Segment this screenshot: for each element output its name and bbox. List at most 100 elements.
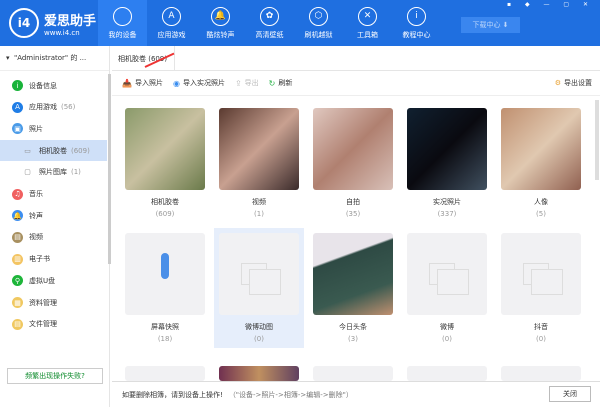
- main-nav: 我的设备 A 应用游戏 🔔 酷炫铃声 ✿ 高清壁纸 ⬡ 刷机越狱 ✕ 工具箱 i 教程中心: [98, 0, 441, 46]
- sidebar: ▾ "Administrator" 的 ... i 设备信息 A 应用游戏 (56) ▣ 照…: [0, 46, 111, 407]
- nav-label: 高清壁纸: [255, 30, 284, 39]
- sidebar-count: (1): [71, 168, 81, 177]
- album-thumbnail: [219, 366, 299, 381]
- sidebar-label: 照片: [29, 124, 43, 133]
- nav-label: 酷炫铃声: [206, 30, 235, 39]
- delete-album-hint: （"设备->照片->相簿->编辑->删除"）: [228, 390, 353, 399]
- screenshot-album-icon: [125, 233, 205, 315]
- nav-item[interactable]: ⬡ 刷机越狱: [294, 0, 343, 46]
- album-count: (5): [536, 210, 546, 218]
- nav-item[interactable]: ✿ 高清壁纸: [245, 0, 294, 46]
- export-button[interactable]: ⇪ 导出: [235, 78, 259, 88]
- album-thumbnail: [501, 366, 581, 381]
- nav-item[interactable]: 我的设备: [98, 0, 147, 46]
- album-card[interactable]: 相机胶卷 (609): [120, 108, 210, 218]
- album-count: (3): [348, 335, 358, 343]
- album-card[interactable]: 实况照片 (337): [402, 108, 492, 218]
- album-card[interactable]: 微博动图 (0): [214, 228, 304, 348]
- bottom-bar: 如要删除相簿，请到设备上操作! （"设备->照片->相簿->编辑->删除"） 关…: [112, 381, 600, 407]
- nav-icon: ✕: [358, 6, 377, 26]
- album-card[interactable]: 屏幕快照 (18): [120, 233, 210, 343]
- album-card[interactable]: 今日头条 (3): [308, 233, 398, 343]
- sidebar-label: 相机胶卷: [39, 146, 67, 155]
- album-card[interactable]: 微博 (0): [402, 233, 492, 343]
- album-thumbnail: [125, 108, 205, 190]
- sidebar-scrollbar[interactable]: [108, 74, 111, 264]
- sidebar-count: (56): [61, 103, 76, 112]
- main-scrollbar[interactable]: [595, 100, 599, 180]
- album-placeholder-icon: [219, 233, 299, 315]
- album-count: (0): [442, 335, 452, 343]
- sidebar-label: 音乐: [29, 190, 43, 198]
- export-icon: ⇪: [234, 78, 242, 88]
- nav-item[interactable]: A 应用游戏: [147, 0, 196, 46]
- sidebar-item[interactable]: ⚲ 虚拟U盘: [0, 270, 107, 291]
- album-card[interactable]: 人像 (5): [496, 108, 586, 218]
- refresh-icon: ↻: [268, 78, 276, 88]
- sidebar-item[interactable]: ▣ 照片: [0, 118, 107, 139]
- device-name: "Administrator" 的 ...: [13, 54, 87, 62]
- tab-bar: 相机胶卷 (609): [112, 46, 600, 71]
- album-thumbnail: [313, 366, 393, 381]
- nav-icon: ✿: [260, 6, 279, 26]
- toolbar: 📥 导入照片 ◉ 导入实况照片 ⇪ 导出 ↻ 刷新 ⚙ 导出设置: [112, 71, 600, 96]
- sidebar-icon: ▥: [12, 253, 23, 265]
- export-settings-label: 导出设置: [564, 79, 592, 87]
- import-live-label: 导入实况照片: [182, 79, 225, 87]
- album-count: (609): [155, 210, 175, 218]
- nav-icon: A: [162, 6, 181, 26]
- album-card[interactable]: 抖音 (0): [496, 233, 586, 343]
- nav-icon: ⬡: [309, 6, 328, 26]
- nav-item[interactable]: 🔔 酷炫铃声: [196, 0, 245, 46]
- sidebar-icon: ▤: [12, 231, 23, 243]
- album-name: 视频: [252, 198, 266, 206]
- album-count: (0): [536, 335, 546, 343]
- sidebar-item[interactable]: ▤ 文件管理: [0, 314, 107, 335]
- close-button[interactable]: 关闭: [549, 386, 591, 402]
- sidebar-item[interactable]: i 设备信息: [0, 75, 107, 96]
- album-card[interactable]: 自拍 (35): [308, 108, 398, 218]
- nav-icon: 🔔: [211, 6, 230, 26]
- sidebar-item[interactable]: ▭ 相机胶卷 (609): [0, 140, 107, 162]
- operation-failed-link[interactable]: 频繁出现操作失败?: [7, 368, 103, 384]
- sidebar-icon: ▭: [24, 146, 31, 155]
- sidebar-item[interactable]: ▤ 视频: [0, 227, 107, 248]
- sidebar-icon: i: [12, 80, 23, 91]
- export-label: 导出: [244, 79, 259, 87]
- refresh-label: 刷新: [278, 79, 293, 87]
- live-photo-icon: ◉: [172, 78, 180, 88]
- nav-item[interactable]: i 教程中心: [392, 0, 441, 46]
- export-settings-button[interactable]: ⚙ 导出设置: [555, 78, 592, 88]
- sidebar-item[interactable]: ▥ 电子书: [0, 249, 107, 270]
- download-center-button[interactable]: 下载中心 ⬇: [461, 17, 520, 33]
- window-controls[interactable]: ▪ ◆ — ▢ ✕: [507, 1, 594, 8]
- album-thumbnail: [407, 366, 487, 381]
- sidebar-count: (609): [71, 146, 90, 155]
- device-selector[interactable]: ▾ "Administrator" 的 ...: [0, 46, 109, 71]
- header: i4 爱思助手 www.i4.cn 我的设备 A 应用游戏 🔔 酷炫铃声 ✿ 高清壁纸 ⬡ 刷机越…: [0, 0, 600, 46]
- download-label: 下载中心: [472, 21, 501, 29]
- album-thumbnail: [125, 366, 205, 381]
- sidebar-item[interactable]: A 应用游戏 (56): [0, 97, 107, 118]
- import-photos-button[interactable]: 📥 导入照片: [122, 78, 163, 88]
- album-name: 屏幕快照: [151, 323, 179, 331]
- sidebar-label: 设备信息: [29, 81, 57, 90]
- sidebar-item[interactable]: ♫ 音乐: [0, 184, 107, 205]
- sidebar-item[interactable]: ▦ 资料管理: [0, 292, 107, 313]
- sidebar-item[interactable]: 🔔 铃声: [0, 205, 107, 226]
- refresh-button[interactable]: ↻ 刷新: [269, 78, 293, 88]
- sidebar-icon: ⚲: [12, 275, 23, 287]
- sidebar-icon: ▦: [12, 297, 23, 308]
- app-url: www.i4.cn: [44, 28, 80, 37]
- album-thumbnail: [407, 108, 487, 190]
- album-thumbnail: [219, 108, 299, 190]
- nav-label: 应用游戏: [157, 30, 186, 39]
- album-thumbnail: [313, 233, 393, 315]
- sidebar-item[interactable]: ▢ 照片图库 (1): [0, 162, 107, 183]
- sidebar-icon: ▢: [24, 168, 31, 177]
- import-live-photos-button[interactable]: ◉ 导入实况照片: [173, 78, 225, 88]
- nav-item[interactable]: ✕ 工具箱: [343, 0, 392, 46]
- album-name: 自拍: [346, 198, 360, 206]
- album-count: (35): [345, 210, 361, 218]
- album-card[interactable]: 视频 (1): [214, 108, 304, 218]
